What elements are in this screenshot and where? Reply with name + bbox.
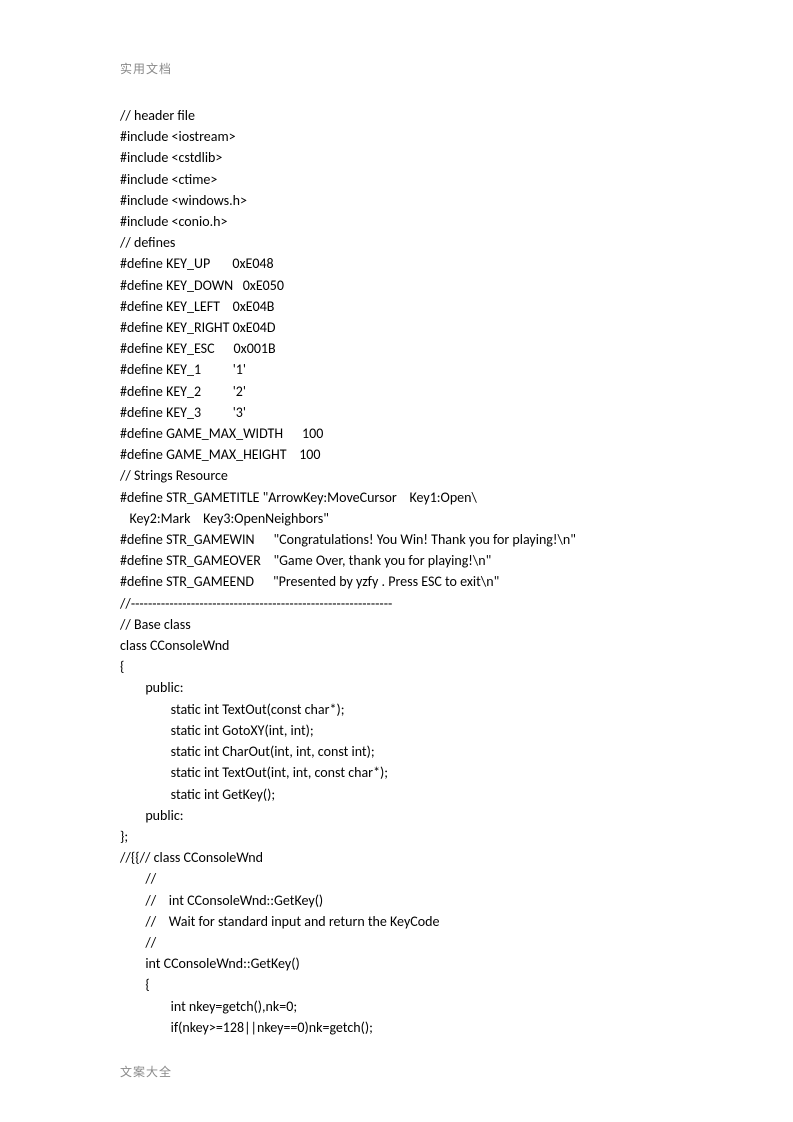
page-header: 实用文档 [120,60,673,77]
document-page: 实用文档 // header file #include <iostream> … [0,0,793,1078]
page-footer: 文案大全 [120,1063,172,1080]
code-content: // header file #include <iostream> #incl… [120,105,673,1038]
